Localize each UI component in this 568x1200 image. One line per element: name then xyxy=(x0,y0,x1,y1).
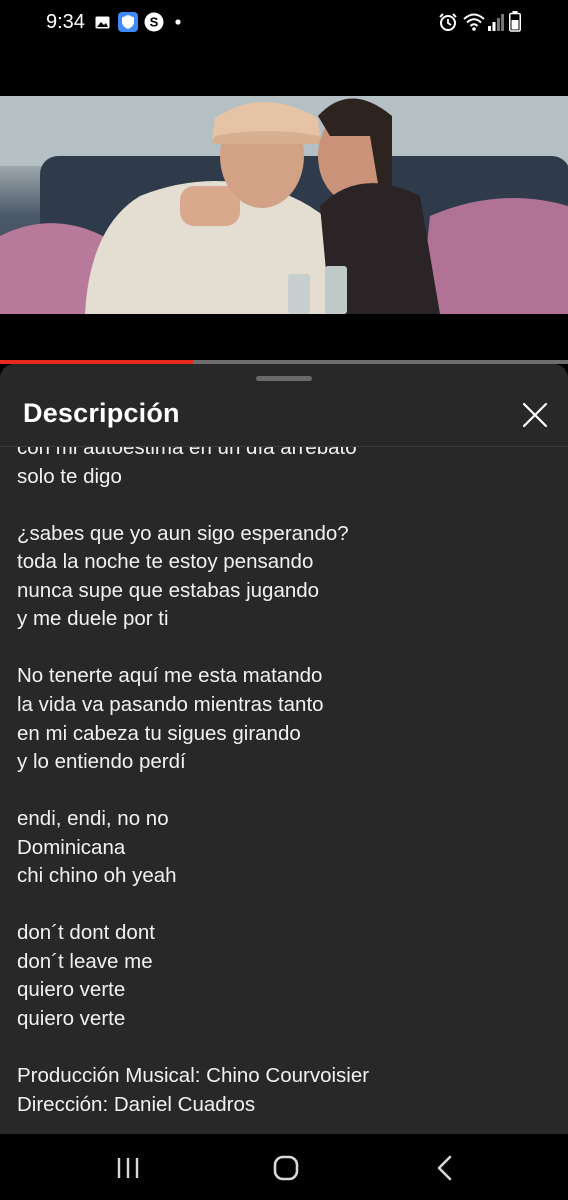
description-line: y me duele por ti xyxy=(17,607,169,631)
description-line: Dirección: Daniel Cuadros xyxy=(17,1092,256,1116)
status-bar: 9:34 S xyxy=(0,0,568,46)
back-icon[interactable] xyxy=(425,1148,465,1188)
alarm-icon xyxy=(439,13,457,31)
description-line: ¿sabes que yo aun sigo esperando? xyxy=(17,521,349,545)
shield-icon xyxy=(118,12,138,32)
recent-apps-icon[interactable] xyxy=(108,1148,148,1188)
description-line: quiero verte xyxy=(17,978,126,1002)
description-line: la vida va pasando mientras tanto xyxy=(17,692,324,716)
description-line: don´t dont dont xyxy=(17,921,155,945)
description-panel: Descripción con mi autoestima en un día … xyxy=(0,364,568,1134)
video-player[interactable] xyxy=(0,96,568,314)
notification-dot-icon xyxy=(175,19,181,25)
description-line: solo te digo xyxy=(17,464,122,488)
description-line: don´t leave me xyxy=(17,949,153,973)
description-line: Producción Musical: Chino Courvoisier xyxy=(17,1064,370,1088)
battery-icon xyxy=(509,11,521,32)
description-body[interactable]: con mi autoestima en un día arrebato solo… xyxy=(0,447,568,1134)
description-line: nunca supe que estabas jugando xyxy=(17,578,320,602)
description-line: quiero verte xyxy=(17,1007,126,1030)
description-line: chi chino oh yeah xyxy=(17,864,177,888)
description-line: toda la noche te estoy pensando xyxy=(17,550,314,574)
panel-title: Descripción xyxy=(23,398,180,428)
s-app-icon: S xyxy=(144,12,164,32)
description-line: en mi cabeza tu sigues girando xyxy=(17,721,301,745)
description-line: con mi autoestima en un día arrebato xyxy=(17,447,357,459)
close-icon[interactable] xyxy=(516,396,554,434)
description-line: Dominicana xyxy=(17,835,126,859)
description-line: No tenerte aquí me esta matando xyxy=(17,664,323,688)
wifi-icon xyxy=(463,13,485,31)
status-time: 9:34 xyxy=(46,11,85,33)
description-line: y lo entiendo perdí xyxy=(17,750,186,774)
drag-handle[interactable] xyxy=(256,376,312,381)
signal-icon xyxy=(488,14,504,31)
system-nav-bar xyxy=(0,1134,568,1200)
gallery-icon xyxy=(95,16,110,29)
description-line: endi, endi, no no xyxy=(17,807,169,831)
home-icon[interactable] xyxy=(266,1148,306,1188)
video-frame-thumbnail xyxy=(0,96,568,314)
svg-text:S: S xyxy=(150,15,159,30)
